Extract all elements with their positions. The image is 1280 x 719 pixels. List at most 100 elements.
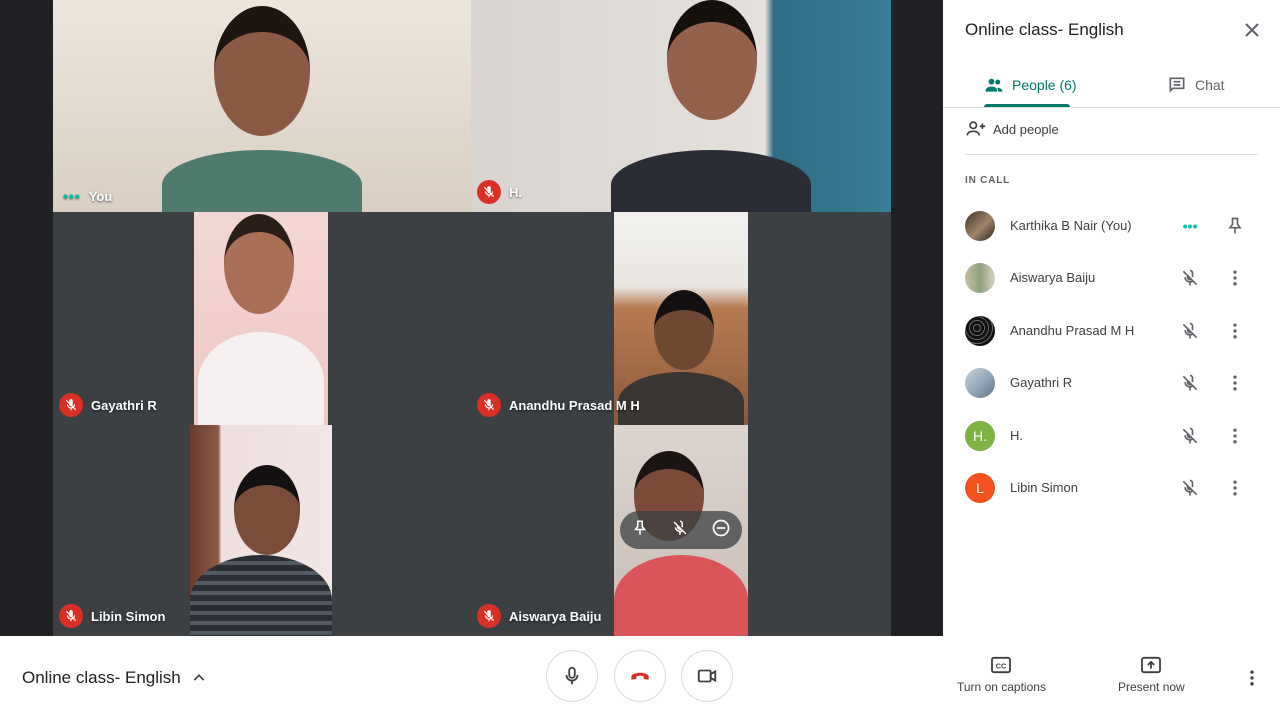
participant-more-button[interactable] (1223, 424, 1247, 448)
tile-name-bar: ••• You (63, 188, 112, 204)
panel-tabs: People (6) Chat (943, 62, 1280, 108)
participant-video (53, 0, 471, 212)
leave-call-button[interactable] (614, 650, 666, 702)
participant-name: Aiswarya Baiju (1010, 270, 1096, 285)
participant-row[interactable]: Anandhu Prasad M H (943, 305, 1280, 357)
pin-icon (1228, 217, 1242, 234)
present-icon (1141, 656, 1162, 674)
participant-more-button[interactable] (1223, 476, 1247, 500)
more-options-button[interactable] (1240, 666, 1264, 690)
camera-icon (697, 669, 717, 683)
svg-text:CC: CC (996, 662, 1006, 671)
present-button[interactable]: Present now (1118, 656, 1185, 694)
video-tile-anandhu[interactable]: Anandhu Prasad M H (471, 212, 891, 425)
tab-chat[interactable]: Chat (1167, 62, 1225, 108)
more-vert-icon (1233, 270, 1237, 286)
video-grid: ••• You H. Gayathri R Anandhu Prasad M H… (0, 0, 943, 636)
more-vert-icon (1233, 323, 1237, 339)
bottom-control-bar: Online class- English CC Turn on caption… (0, 636, 1280, 719)
participant-name: Libin Simon (1010, 480, 1078, 495)
people-icon (985, 78, 1003, 92)
add-person-icon (966, 121, 986, 136)
mic-off-icon[interactable] (671, 519, 689, 542)
participant-name: Anandhu Prasad M H (1010, 323, 1135, 338)
participant-name: H. (1010, 428, 1023, 443)
participant-row[interactable]: H. H. (943, 410, 1280, 462)
tile-hover-controls (620, 511, 742, 549)
divider (965, 154, 1258, 155)
microphone-button[interactable] (546, 650, 598, 702)
pin-participant-button[interactable] (1223, 214, 1247, 238)
tile-name: H. (509, 184, 522, 200)
tile-name-bar: Gayathri R (59, 393, 157, 417)
mic-off-icon (1182, 427, 1198, 444)
more-vert-icon (1233, 375, 1237, 391)
chat-icon (1169, 77, 1185, 93)
add-people-button[interactable]: Add people (965, 118, 1059, 140)
participant-muted-indicator (1178, 266, 1202, 290)
camera-button[interactable] (681, 650, 733, 702)
avatar: L (965, 473, 995, 503)
participant-more-button[interactable] (1223, 266, 1247, 290)
video-tile-you[interactable]: ••• You (53, 0, 471, 212)
tab-people-label: People (6) (1012, 77, 1077, 93)
chevron-up-icon (193, 674, 205, 681)
participant-video (190, 425, 332, 636)
hang-up-icon (631, 672, 649, 680)
close-icon (1245, 23, 1259, 37)
video-tile-gayathri[interactable]: Gayathri R (53, 212, 471, 425)
add-people-label: Add people (993, 121, 1059, 137)
participant-more-button[interactable] (1223, 319, 1247, 343)
tile-name-bar: Libin Simon (59, 604, 165, 628)
mic-off-icon (59, 393, 83, 417)
more-vert-icon (1250, 670, 1254, 686)
mic-off-icon (1182, 374, 1198, 391)
section-label: IN CALL (965, 175, 1011, 186)
video-tile-aiswarya[interactable]: Aiswarya Baiju (471, 425, 891, 636)
participant-row[interactable]: Karthika B Nair (You) ••• (943, 200, 1280, 252)
more-vert-icon (1233, 428, 1237, 444)
tab-chat-label: Chat (1195, 77, 1225, 93)
tile-name: Anandhu Prasad M H (509, 397, 640, 413)
microphone-icon (565, 666, 579, 685)
pin-icon[interactable] (631, 519, 649, 542)
participant-row[interactable]: Gayathri R (943, 357, 1280, 409)
participant-name: Karthika B Nair (You) (1010, 218, 1132, 233)
mic-off-icon (477, 393, 501, 417)
avatar (965, 211, 995, 241)
tile-name: Aiswarya Baiju (509, 608, 602, 624)
captions-button[interactable]: CC Turn on captions (957, 656, 1046, 694)
participant-video (471, 0, 891, 212)
avatar (965, 368, 995, 398)
mic-off-icon (59, 604, 83, 628)
tile-name: You (88, 188, 113, 204)
participant-video (614, 425, 748, 636)
tab-people[interactable]: People (6) (984, 62, 1077, 108)
meeting-details-button[interactable]: Online class- English (22, 668, 207, 688)
participant-video (194, 212, 328, 425)
meeting-title: Online class- English (22, 668, 181, 687)
tile-name-bar: H. (477, 180, 522, 204)
avatar (965, 316, 995, 346)
participant-more-button[interactable] (1223, 371, 1247, 395)
remove-icon[interactable] (711, 518, 731, 543)
tile-name-bar: Anandhu Prasad M H (477, 393, 640, 417)
mic-off-icon (1182, 322, 1198, 339)
video-tile-libin[interactable]: Libin Simon (53, 425, 471, 636)
tile-name-bar: Aiswarya Baiju (477, 604, 602, 628)
participant-muted-indicator (1178, 476, 1202, 500)
close-panel-button[interactable] (1240, 18, 1264, 42)
speaking-indicator-icon: ••• (63, 188, 81, 204)
active-tab-indicator (984, 104, 1070, 107)
mic-off-icon (477, 604, 501, 628)
participant-row[interactable]: Aiswarya Baiju (943, 252, 1280, 304)
participant-name: Gayathri R (1010, 375, 1073, 390)
captions-label: Turn on captions (957, 680, 1046, 694)
tile-name: Libin Simon (91, 608, 166, 624)
tile-name: Gayathri R (91, 397, 157, 413)
participant-row[interactable]: L Libin Simon (943, 462, 1280, 514)
present-label: Present now (1118, 680, 1185, 694)
video-tile-h[interactable]: H. (471, 0, 891, 212)
avatar (965, 263, 995, 293)
avatar: H. (965, 421, 995, 451)
